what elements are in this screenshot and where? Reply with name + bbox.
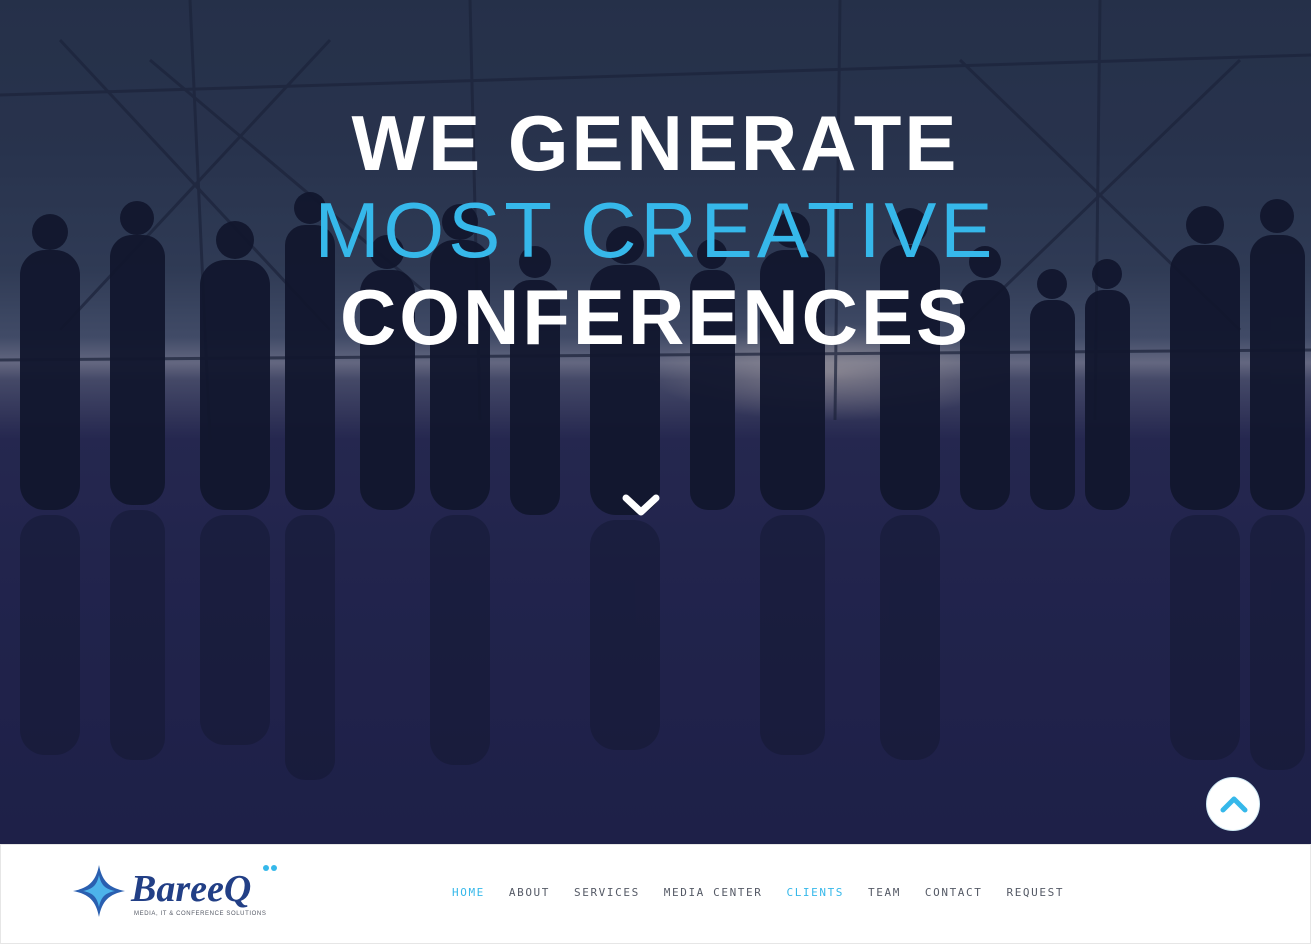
nav-item-clients[interactable]: CLIENTS: [786, 886, 844, 899]
brand-logo[interactable]: BareeQ MEDIA, IT & CONFERENCE SOLUTIONS: [71, 863, 286, 921]
logo-mark: BareeQ MEDIA, IT & CONFERENCE SOLUTIONS: [73, 865, 277, 917]
nav-item-media-center[interactable]: MEDIA CENTER: [664, 886, 763, 899]
hero-section: WE GENERATE MOST CREATIVE CONFERENCES: [0, 0, 1311, 844]
back-to-top-button[interactable]: [1206, 777, 1260, 831]
hero-title-line-3: CONFERENCES: [339, 273, 972, 361]
chevron-down-icon: [622, 494, 660, 516]
hero-title-line-1: WE GENERATE: [351, 99, 960, 187]
hero-title-line-2: MOST CREATIVE: [314, 186, 997, 274]
logo-tagline: MEDIA, IT & CONFERENCE SOLUTIONS: [134, 911, 266, 917]
nav-item-about[interactable]: ABOUT: [509, 886, 550, 899]
logo-brand-text: BareeQ: [130, 868, 251, 910]
nav-item-request[interactable]: REQUEST: [1006, 886, 1064, 899]
hero-headline: WE GENERATE MOST CREATIVE CONFERENCES: [0, 100, 1311, 361]
nav-item-home[interactable]: HOME: [452, 886, 485, 899]
nav-item-services[interactable]: SERVICES: [574, 886, 640, 899]
primary-nav: HOME ABOUT SERVICES MEDIA CENTER CLIENTS…: [452, 886, 1088, 899]
main-navbar: BareeQ MEDIA, IT & CONFERENCE SOLUTIONS …: [0, 844, 1311, 944]
nav-item-contact[interactable]: CONTACT: [925, 886, 983, 899]
scroll-down-button[interactable]: [620, 490, 662, 524]
chevron-up-icon: [1220, 796, 1248, 813]
nav-item-team[interactable]: TEAM: [868, 886, 901, 899]
